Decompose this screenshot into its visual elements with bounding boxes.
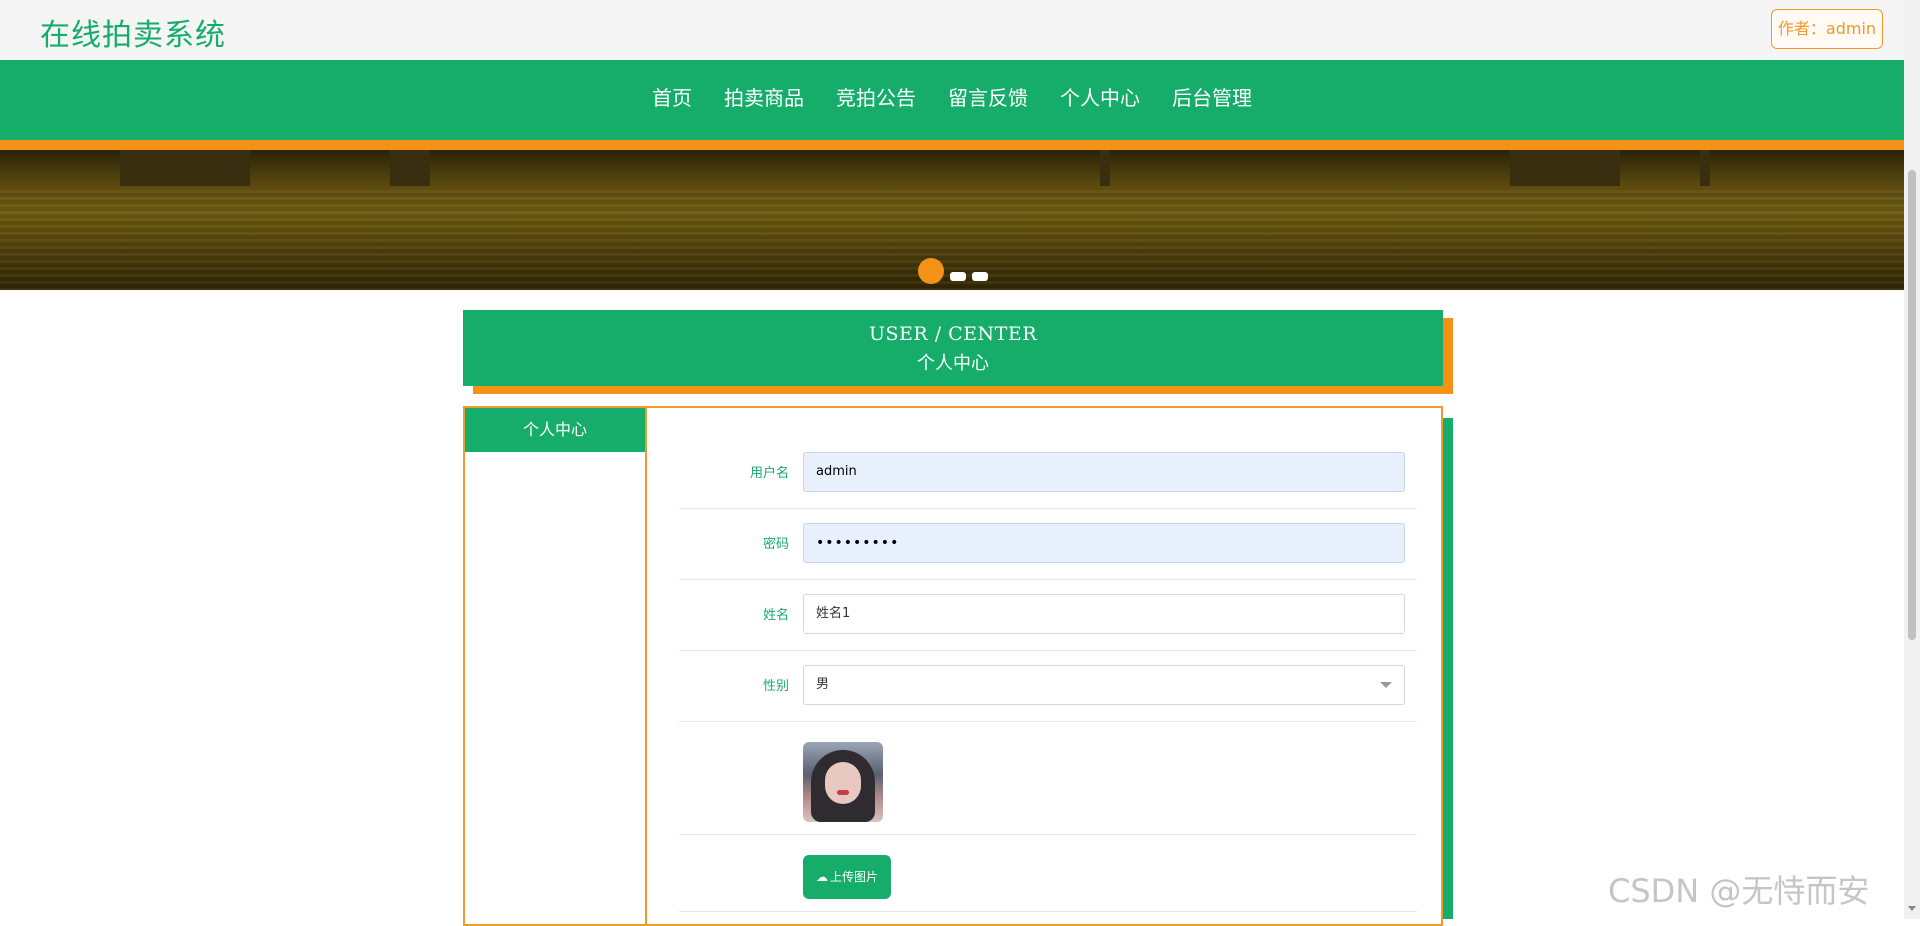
carousel-dot-active[interactable] bbox=[918, 258, 944, 284]
sidebar: 个人中心 bbox=[465, 408, 647, 924]
username-input[interactable]: admin bbox=[803, 452, 1405, 492]
password-label: 密码 bbox=[762, 537, 789, 552]
author-button[interactable]: 作者：admin bbox=[1771, 9, 1883, 49]
panel-shadow bbox=[1443, 418, 1453, 919]
username-label: 用户名 bbox=[749, 466, 789, 481]
scroll-down-icon[interactable] bbox=[1908, 906, 1916, 911]
password-input[interactable]: ••••••••• bbox=[803, 523, 1405, 563]
carousel-dot[interactable] bbox=[950, 271, 966, 281]
carousel-dot[interactable] bbox=[972, 271, 988, 281]
nav-item-home[interactable]: 首页 bbox=[636, 82, 708, 114]
site-title: 在线拍卖系统 bbox=[40, 18, 226, 53]
chevron-down-icon bbox=[1380, 682, 1392, 688]
upload-image-button[interactable]: ☁ 上传图片 bbox=[803, 855, 891, 899]
nav-accent-stripe bbox=[0, 140, 1904, 150]
form-row-avatar bbox=[679, 722, 1417, 835]
upload-button-label: 上传图片 bbox=[829, 870, 878, 884]
sidebar-item-user-center[interactable]: 个人中心 bbox=[465, 408, 645, 452]
avatar-image bbox=[803, 742, 883, 822]
section-title: USER / CENTER 个人中心 bbox=[463, 310, 1443, 386]
nav-item-auction-goods[interactable]: 拍卖商品 bbox=[708, 82, 820, 114]
nav-item-feedback[interactable]: 留言反馈 bbox=[932, 82, 1044, 114]
main-nav: 首页 拍卖商品 竞拍公告 留言反馈 个人中心 后台管理 bbox=[0, 60, 1904, 140]
top-header: 在线拍卖系统 作者：admin bbox=[0, 0, 1904, 60]
cloud-upload-icon: ☁ bbox=[815, 870, 828, 884]
form-row-upload: ☁ 上传图片 bbox=[679, 835, 1417, 912]
form-row-name: 姓名 姓名1 bbox=[679, 580, 1417, 651]
gender-select[interactable]: 男 bbox=[803, 665, 1405, 705]
form-row-username: 用户名 admin bbox=[679, 438, 1417, 509]
form-row-gender: 性别 男 bbox=[679, 651, 1417, 722]
watermark: CSDN @无恃而安 bbox=[1608, 872, 1870, 910]
section-title-en: USER / CENTER bbox=[868, 323, 1038, 345]
nav-item-user-center[interactable]: 个人中心 bbox=[1044, 82, 1156, 114]
name-label: 姓名 bbox=[762, 608, 789, 623]
section-title-cn: 个人中心 bbox=[917, 353, 989, 374]
gender-label: 性别 bbox=[762, 679, 789, 694]
nav-item-bid-notice[interactable]: 竞拍公告 bbox=[820, 82, 932, 114]
carousel-dots bbox=[918, 258, 988, 284]
name-input[interactable]: 姓名1 bbox=[803, 594, 1405, 634]
nav-item-admin[interactable]: 后台管理 bbox=[1156, 82, 1268, 114]
profile-form: 用户名 admin 密码 ••••••••• 姓名 姓名1 性别 男 ☁ 上传图… bbox=[679, 438, 1417, 912]
form-row-password: 密码 ••••••••• bbox=[679, 509, 1417, 580]
gender-select-value: 男 bbox=[816, 677, 830, 692]
scrollbar-thumb[interactable] bbox=[1908, 170, 1916, 640]
page-scrollbar[interactable] bbox=[1904, 0, 1920, 919]
user-center-panel: 个人中心 用户名 admin 密码 ••••••••• 姓名 姓名1 性别 男 bbox=[463, 406, 1443, 926]
